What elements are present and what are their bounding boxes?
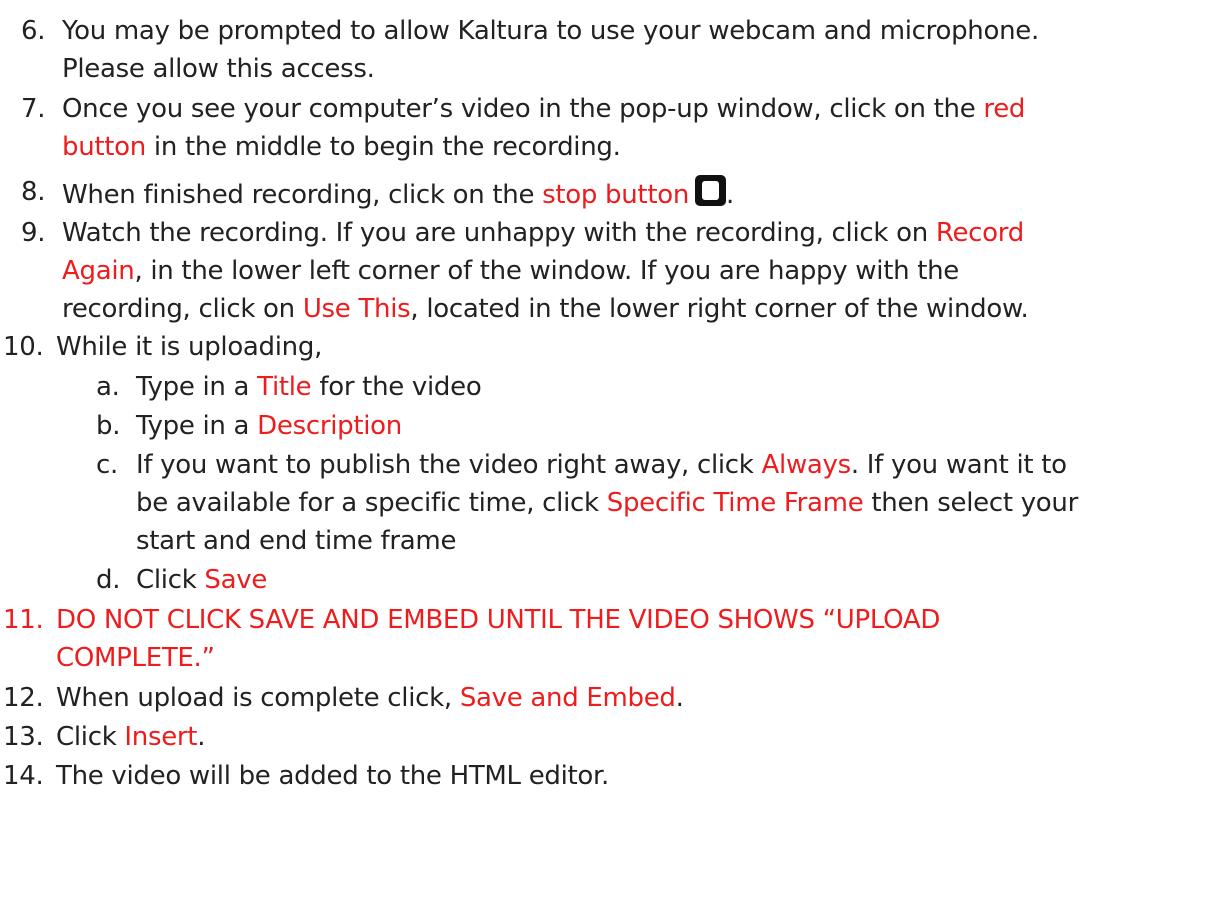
step-13-text: Click xyxy=(56,722,125,752)
step-10a-line: Type in a Title for the video xyxy=(136,370,482,404)
step-13-period: . xyxy=(197,722,206,752)
step-9-highlight-use-this: Use This xyxy=(302,294,411,324)
step-9-line-1: Watch the recording. If you are unhappy … xyxy=(62,216,1024,250)
step-10d-letter: d. xyxy=(96,565,121,595)
step-10b-line: Type in a Description xyxy=(136,409,402,443)
step-10c-highlight-always: Always xyxy=(761,450,852,480)
step-12-number: 12. xyxy=(3,683,44,713)
step-10a-letter: a. xyxy=(96,372,120,402)
step-14-text: The video will be added to the HTML edit… xyxy=(56,761,609,791)
step-8-highlight-stop-button: stop button xyxy=(542,180,689,210)
step-9-text-2: , in the lower left corner of the window… xyxy=(134,256,959,286)
step-6-number: 6. xyxy=(21,16,46,46)
step-8-period: . xyxy=(726,180,734,210)
step-13-line: Click Insert. xyxy=(56,720,205,754)
step-10c-text-3: be available for a specific time, click xyxy=(136,488,607,518)
step-10b-letter: b. xyxy=(96,411,121,441)
step-7-highlight-button: button xyxy=(62,132,146,162)
step-10c-line-2: be available for a specific time, click … xyxy=(136,486,1078,520)
step-10a-text-2: for the video xyxy=(311,372,482,402)
step-9-highlight-again: Again xyxy=(62,256,135,286)
step-9-text-1: Watch the recording. If you are unhappy … xyxy=(62,218,936,248)
step-10a-highlight-title: Title xyxy=(257,372,312,402)
step-11-number: 11. xyxy=(3,605,44,635)
step-10c-highlight-specific-time-frame: Specific Time Frame xyxy=(606,488,864,518)
step-9-text-4: , located in the lower right corner of t… xyxy=(410,294,1029,324)
step-10c-line-3: start and end time frame xyxy=(136,526,457,556)
step-10-text: While it is uploading, xyxy=(56,332,323,362)
step-12-line: When upload is complete click, Save and … xyxy=(56,681,684,715)
step-10a-text: Type in a xyxy=(136,372,258,402)
step-10c-text-2: . If you want it to xyxy=(850,450,1067,480)
step-13-number: 13. xyxy=(3,722,44,752)
step-9-line-3: recording, click on Use This, located in… xyxy=(62,292,1029,326)
stop-icon xyxy=(695,175,726,206)
step-11-line-2: COMPLETE.” xyxy=(56,643,215,673)
step-10d-line: Click Save xyxy=(136,563,267,597)
step-10d-highlight-save: Save xyxy=(204,565,268,595)
step-10c-line-1: If you want to publish the video right a… xyxy=(136,448,1067,482)
step-7-line-1: Once you see your computer’s video in th… xyxy=(62,92,1025,126)
step-9-text-3: recording, click on xyxy=(62,294,303,324)
step-7-text-2: in the middle to begin the recording. xyxy=(145,132,621,162)
step-12-highlight-save-and-embed: Save and Embed xyxy=(459,683,676,713)
step-10b-text: Type in a xyxy=(136,411,258,441)
step-10c-text-1: If you want to publish the video right a… xyxy=(136,450,762,480)
step-8-text: When finished recording, click on the xyxy=(62,180,543,210)
step-6-line-1: You may be prompted to allow Kaltura to … xyxy=(62,16,1039,46)
step-9-number: 9. xyxy=(21,218,46,248)
step-10d-text: Click xyxy=(136,565,205,595)
step-6-line-2: Please allow this access. xyxy=(62,54,375,84)
step-8-number: 8. xyxy=(21,177,46,207)
step-9-line-2: Again, in the lower left corner of the w… xyxy=(62,254,959,288)
step-11-line-1: DO NOT CLICK SAVE AND EMBED UNTIL THE VI… xyxy=(56,605,941,635)
step-10-number: 10. xyxy=(3,332,44,362)
step-10c-letter: c. xyxy=(96,450,118,480)
step-9-highlight-record: Record xyxy=(935,218,1024,248)
step-7-number: 7. xyxy=(21,94,46,124)
step-14-number: 14. xyxy=(3,761,44,791)
step-12-text: When upload is complete click, xyxy=(56,683,460,713)
step-8-line: When finished recording, click on the st… xyxy=(62,175,734,210)
step-10c-text-4: then select your xyxy=(863,488,1078,518)
step-7-text: Once you see your computer’s video in th… xyxy=(62,94,984,124)
step-10b-highlight-description: Description xyxy=(257,411,402,441)
instructions-document: 6. You may be prompted to allow Kaltura … xyxy=(0,0,1214,899)
step-12-period: . xyxy=(675,683,684,713)
step-7-highlight-red: red xyxy=(983,94,1026,124)
step-7-line-2: button in the middle to begin the record… xyxy=(62,130,621,164)
step-13-highlight-insert: Insert xyxy=(124,722,198,752)
